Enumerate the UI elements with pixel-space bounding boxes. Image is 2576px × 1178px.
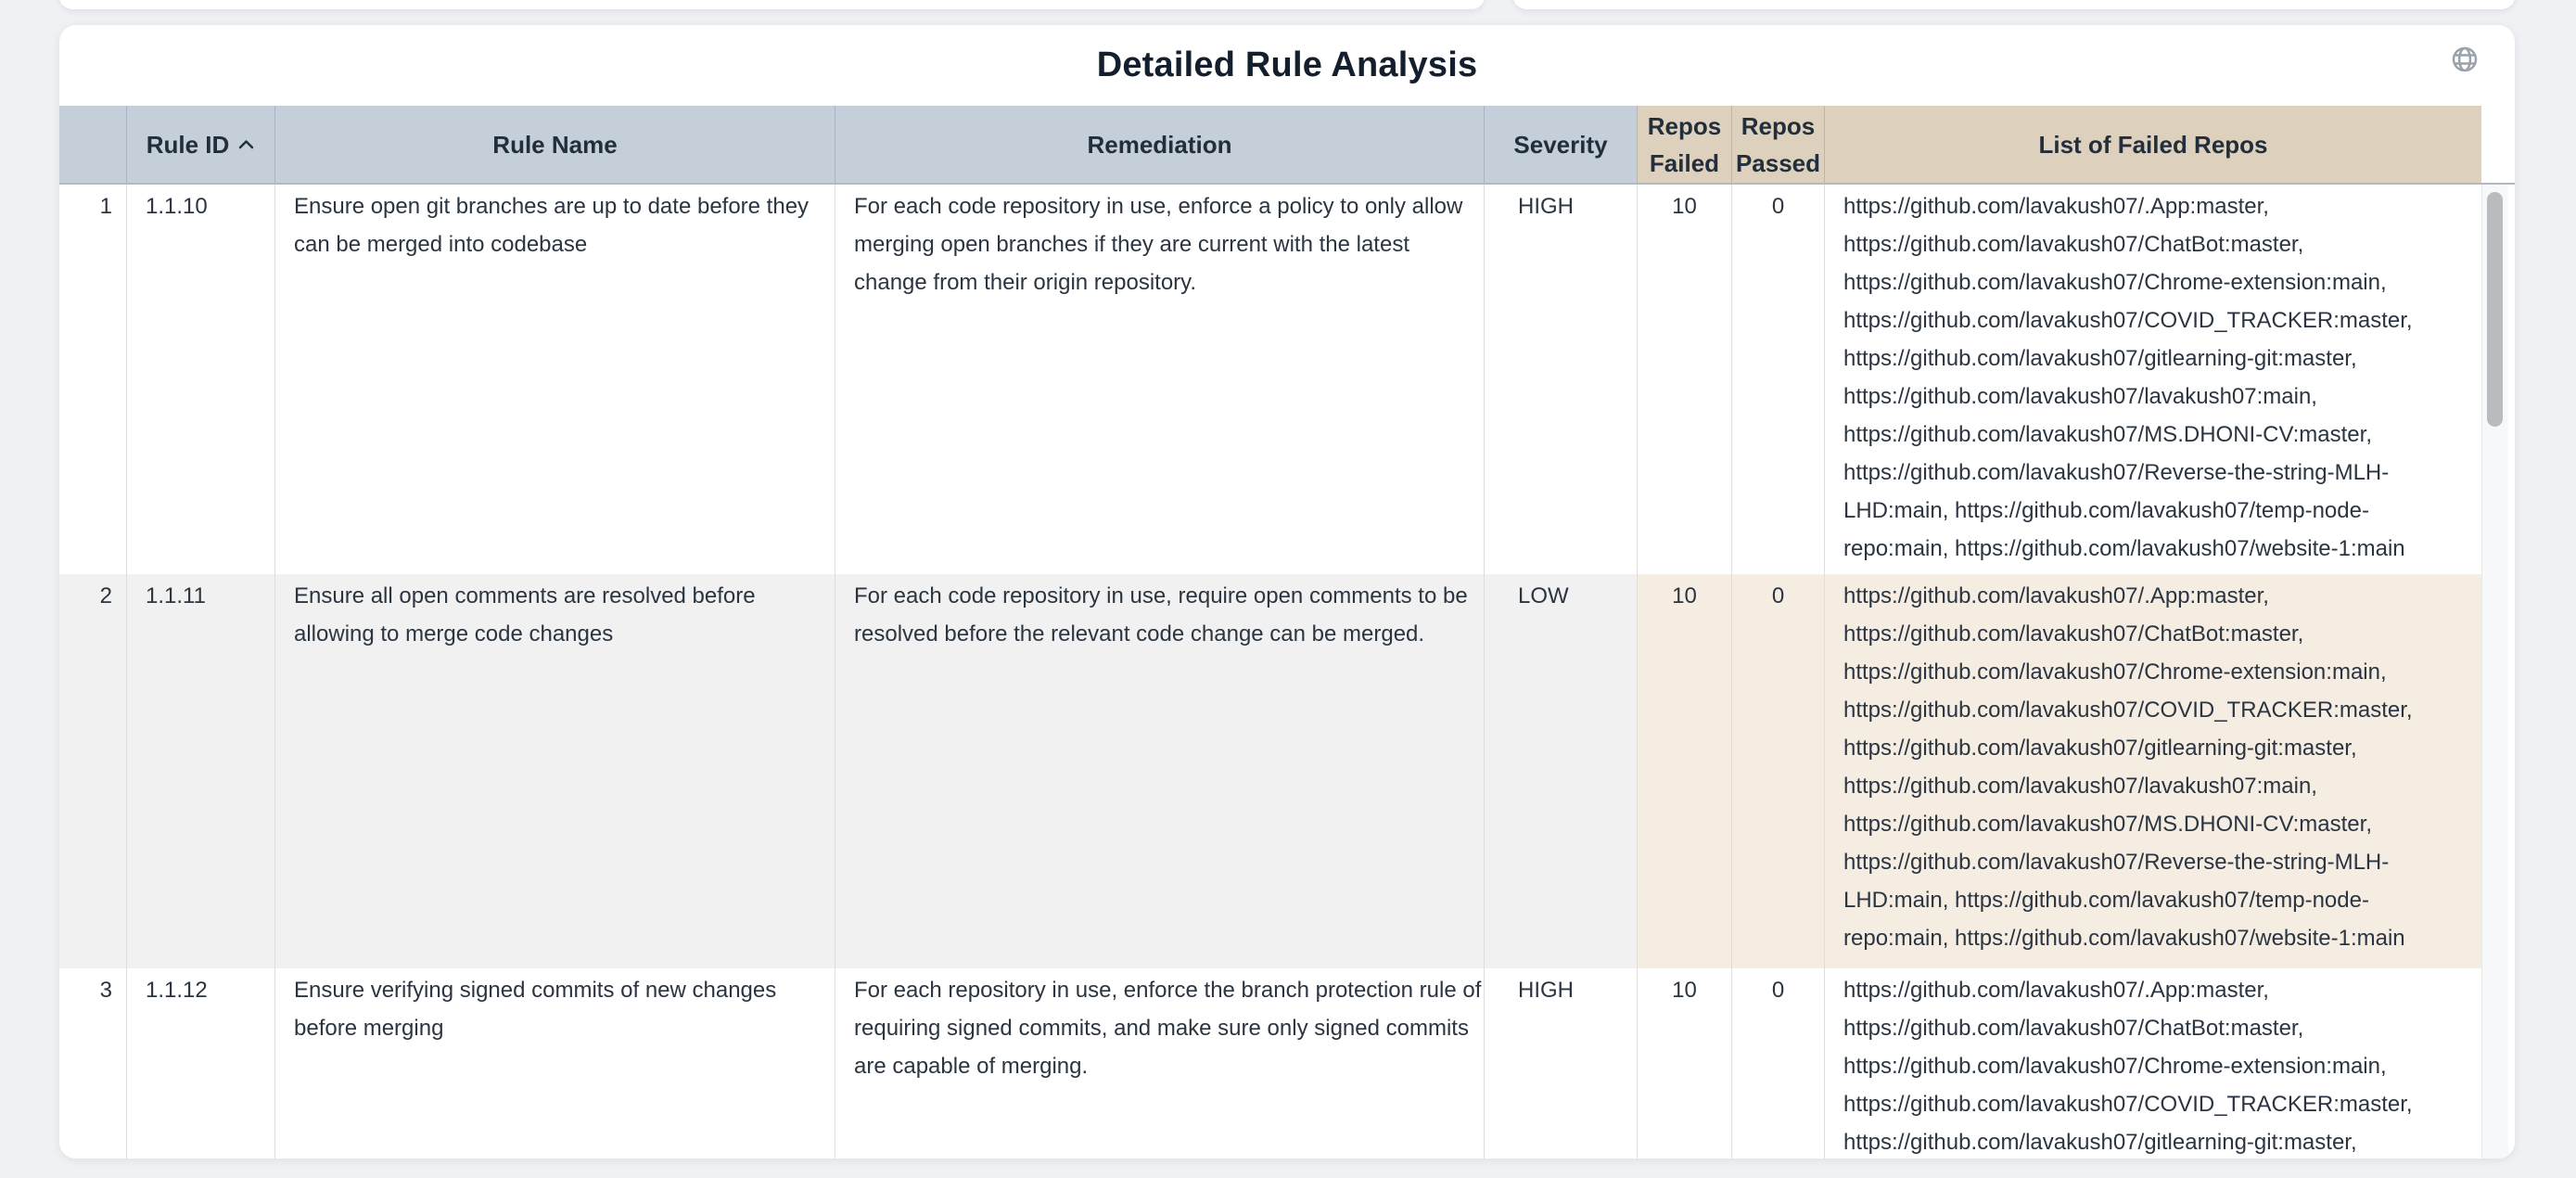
detailed-rule-analysis-card: Detailed Rule Analysis Rule ID Rule Name… — [59, 25, 2515, 1159]
column-header-rule-id[interactable]: Rule ID — [126, 106, 274, 183]
table-header-row: Rule ID Rule Name Remediation Severity R… — [59, 106, 2515, 185]
top-card-partial-right — [1513, 0, 2515, 9]
remediation-cell: For each repository in use, enforce the … — [835, 968, 1484, 1159]
rule-id-cell: 1.1.11 — [126, 574, 274, 968]
remediation-cell: For each code repository in use, enforce… — [835, 185, 1484, 574]
table-row-3: 3 1.1.12 Ensure verifying signed commits… — [59, 968, 2515, 1159]
column-header-remediation[interactable]: Remediation — [835, 106, 1484, 183]
repos-failed-cell: 10 — [1637, 185, 1731, 574]
card-header: Detailed Rule Analysis — [59, 25, 2515, 106]
failed-repos-cell: https://github.com/lavakush07/.App:maste… — [1824, 574, 2481, 968]
column-header-index — [59, 106, 126, 183]
repos-failed-cell: 10 — [1637, 574, 1731, 968]
severity-cell: HIGH — [1484, 185, 1637, 574]
table-row-2: 2 1.1.11 Ensure all open comments are re… — [59, 574, 2515, 968]
column-header-failed-repos-list[interactable]: List of Failed Repos — [1824, 106, 2481, 183]
table-scrollbar-track[interactable] — [2481, 185, 2508, 1159]
rule-name-cell: Ensure open git branches are up to date … — [274, 185, 835, 574]
row-index: 2 — [59, 574, 126, 968]
column-header-rule-name[interactable]: Rule Name — [274, 106, 835, 183]
rule-id-cell: 1.1.10 — [126, 185, 274, 574]
repos-passed-cell: 0 — [1731, 185, 1824, 574]
rule-id-cell: 1.1.12 — [126, 968, 274, 1159]
column-header-severity[interactable]: Severity — [1484, 106, 1637, 183]
table-scrollbar-thumb[interactable] — [2487, 192, 2503, 427]
failed-repos-cell: https://github.com/lavakush07/.App:maste… — [1824, 968, 2481, 1159]
column-header-repos-failed[interactable]: Repos Failed — [1637, 106, 1731, 183]
failed-repos-cell: https://github.com/lavakush07/.App:maste… — [1824, 185, 2481, 574]
column-header-repos-passed[interactable]: Repos Passed — [1731, 106, 1824, 183]
header-scrollbar-gutter — [2481, 106, 2515, 183]
rule-name-cell: Ensure all open comments are resolved be… — [274, 574, 835, 968]
table-body: 1 1.1.10 Ensure open git branches are up… — [59, 185, 2515, 1159]
sort-ascending-icon — [237, 138, 255, 150]
repos-passed-cell: 0 — [1731, 968, 1824, 1159]
row-index: 3 — [59, 968, 126, 1159]
table-row-1: 1 1.1.10 Ensure open git branches are up… — [59, 185, 2515, 574]
severity-cell: LOW — [1484, 574, 1637, 968]
repos-passed-cell: 0 — [1731, 574, 1824, 968]
page-title: Detailed Rule Analysis — [1097, 45, 1478, 85]
row-index: 1 — [59, 185, 126, 574]
column-header-label: Rule ID — [147, 126, 230, 163]
repos-failed-cell: 10 — [1637, 968, 1731, 1159]
globe-icon[interactable] — [2450, 45, 2480, 74]
severity-cell: HIGH — [1484, 968, 1637, 1159]
top-card-partial-left — [59, 0, 1485, 9]
remediation-cell: For each code repository in use, require… — [835, 574, 1484, 968]
rule-name-cell: Ensure verifying signed commits of new c… — [274, 968, 835, 1159]
